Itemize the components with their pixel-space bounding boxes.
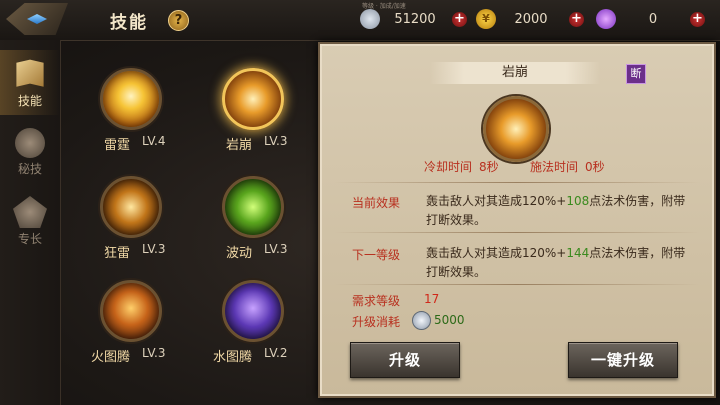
purple-orb-icon bbox=[596, 9, 616, 29]
skill-slot-thunder[interactable]: 雷霆 LV.4 bbox=[70, 68, 180, 168]
cooldown-label: 冷却时间 bbox=[424, 160, 473, 174]
upgrade-cost-label: 升级消耗 bbox=[352, 315, 401, 329]
help-button[interactable]: ? bbox=[168, 10, 189, 31]
skill-detail-panel: 岩崩 断 冷却时间 8秒 施法时间 0秒 当前效果 轰击敌人对其造成120%+1… bbox=[318, 42, 716, 398]
gold-coin-icon: ¥ bbox=[476, 9, 496, 29]
cast-time-label: 施法时间 bbox=[530, 160, 579, 174]
rock-burst-icon bbox=[222, 68, 284, 130]
specialty-emblem-icon bbox=[13, 196, 47, 228]
rock-burst-icon bbox=[483, 96, 549, 162]
skill-name: 波动 bbox=[225, 246, 252, 261]
next-level-text: 轰击敌人对其造成120%+144点法术伤害，附带打断效果。 bbox=[426, 246, 686, 279]
left-nav: 技能 秘技 专长 bbox=[0, 40, 61, 405]
skill-slot-rock-burst[interactable]: 岩崩 LV.3 bbox=[192, 68, 302, 168]
skill-slot-fire-totem[interactable]: 火图腾 LV.3 bbox=[70, 280, 180, 380]
orb-value: 0 bbox=[648, 12, 658, 27]
skill-book-icon bbox=[16, 59, 44, 87]
divider bbox=[334, 284, 700, 285]
skill-level: LV.3 bbox=[264, 242, 288, 256]
cooldown-value: 8秒 bbox=[479, 160, 499, 174]
divider bbox=[334, 232, 700, 233]
divider bbox=[334, 182, 700, 183]
upgrade-button[interactable]: 升级 bbox=[350, 342, 460, 378]
next-bonus: 144 bbox=[566, 246, 590, 260]
silver-value: 51200 bbox=[394, 12, 436, 27]
nav-tab-specialty[interactable]: 专长 bbox=[0, 188, 60, 253]
skill-level: LV.3 bbox=[142, 346, 166, 360]
upgrade-all-button[interactable]: 一键升级 bbox=[568, 342, 678, 378]
skill-slot-wave[interactable]: 波动 LV.3 bbox=[192, 176, 302, 276]
skill-name: 水图腾 bbox=[212, 350, 252, 365]
skill-name: 雷霆 bbox=[103, 138, 130, 153]
cast-time-value: 0秒 bbox=[585, 160, 605, 174]
back-arrow-icon bbox=[27, 14, 47, 24]
current-effect-label: 当前效果 bbox=[352, 196, 401, 210]
skill-level: LV.4 bbox=[142, 134, 166, 148]
required-level-label: 需求等级 bbox=[352, 294, 401, 308]
detail-skill-name: 岩崩 bbox=[430, 62, 600, 84]
green-wave-icon bbox=[222, 176, 284, 238]
back-button[interactable] bbox=[6, 3, 68, 35]
skill-level: LV.3 bbox=[264, 134, 288, 148]
gear-coin-icon bbox=[412, 311, 431, 330]
skill-name: 火图腾 bbox=[90, 350, 130, 365]
upgrade-cost-value: 5000 bbox=[434, 313, 465, 327]
nav-label: 技能 bbox=[17, 94, 42, 108]
next-level-label: 下一等级 bbox=[352, 248, 401, 262]
current-effect-text: 轰击敌人对其造成120%+108点法术伤害，附带打断效果。 bbox=[426, 194, 686, 227]
nav-tab-secret[interactable]: 秘技 bbox=[0, 120, 60, 185]
skill-level: LV.2 bbox=[264, 346, 288, 360]
secret-emblem-icon bbox=[15, 128, 45, 158]
fire-totem-icon bbox=[100, 280, 162, 342]
skill-level: LV.3 bbox=[142, 242, 166, 256]
gold-value: 2000 bbox=[514, 12, 548, 27]
skill-slot-lightning[interactable]: 狂雷 LV.3 bbox=[70, 176, 180, 276]
current-bonus: 108 bbox=[566, 194, 590, 208]
skill-name: 岩崩 bbox=[225, 138, 252, 153]
lightning-storm-icon bbox=[100, 176, 162, 238]
nav-label: 专长 bbox=[17, 232, 42, 246]
nav-tab-skills[interactable]: 技能 bbox=[0, 50, 60, 115]
thunder-orb-icon bbox=[100, 68, 162, 130]
page-title: 技能 bbox=[110, 13, 148, 33]
add-gold-button[interactable]: + bbox=[569, 12, 584, 27]
required-level-value: 17 bbox=[424, 292, 440, 306]
gear-coin-icon bbox=[360, 9, 380, 29]
top-bar: 技能 ? 等级 · 加成/加速 51200 + ¥ 2000 + 0 + bbox=[0, 0, 720, 41]
nav-label: 秘技 bbox=[17, 162, 42, 176]
skill-name: 狂雷 bbox=[103, 246, 130, 261]
add-orb-button[interactable]: + bbox=[690, 12, 705, 27]
add-silver-button[interactable]: + bbox=[452, 12, 467, 27]
interrupt-badge: 断 bbox=[626, 64, 646, 84]
water-totem-icon bbox=[222, 280, 284, 342]
skill-slot-water-totem[interactable]: 水图腾 LV.2 bbox=[192, 280, 302, 380]
